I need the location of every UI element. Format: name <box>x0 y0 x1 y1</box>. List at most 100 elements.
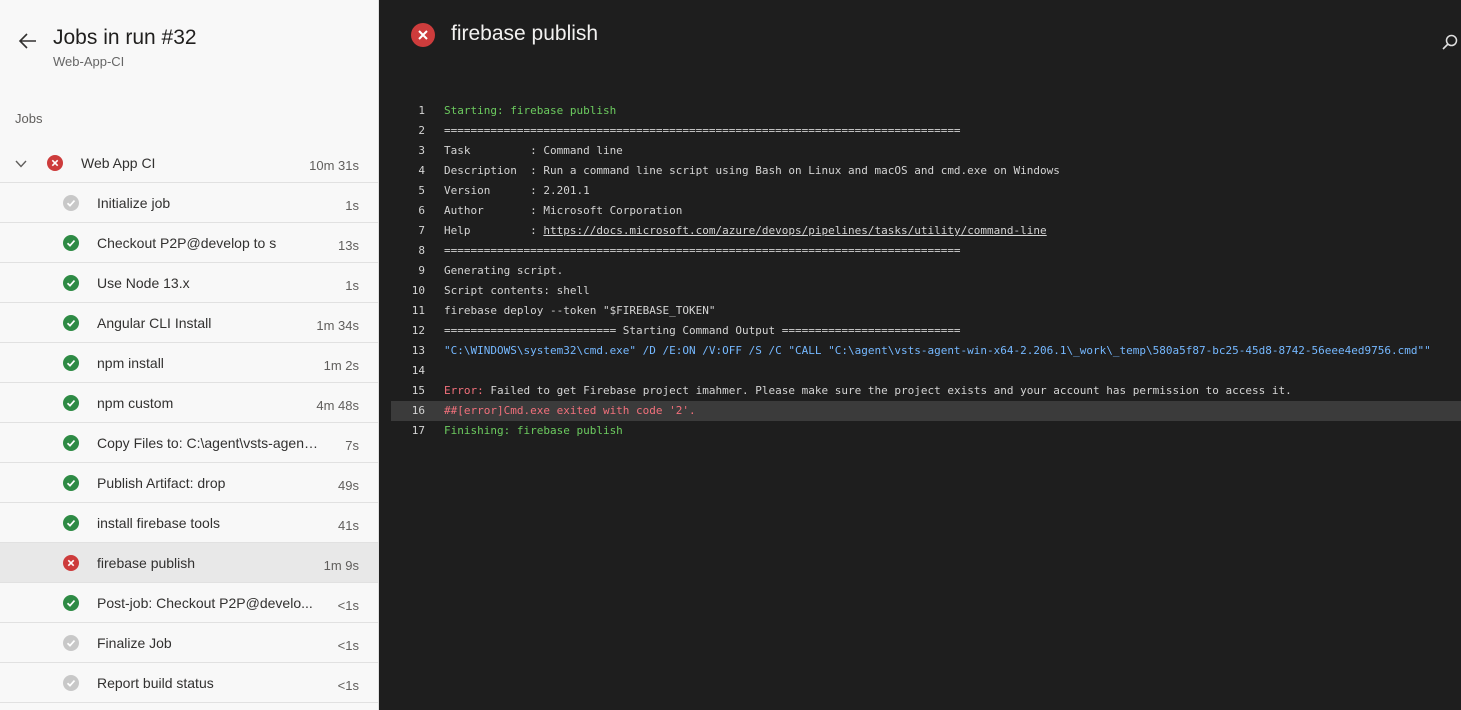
line-content: Script contents: shell <box>444 284 590 297</box>
log-line: 14 <box>391 361 1461 381</box>
failed-status-icon <box>411 23 435 47</box>
step-row[interactable]: firebase publish 1m 9s <box>0 543 378 583</box>
step-row[interactable]: Post-job: Checkout P2P@develo... <1s <box>0 583 378 623</box>
line-text: Script contents: shell <box>444 281 590 301</box>
step-row[interactable]: Copy Files to: C:\agent\vsts-agent... 7s <box>0 423 378 463</box>
success-status-icon <box>63 475 79 491</box>
page-title: Jobs in run #32 <box>53 26 197 49</box>
step-duration: 1m 34s <box>316 318 359 333</box>
line-content: Description : Run a command line script … <box>444 164 1060 177</box>
failed-status-icon <box>47 155 63 171</box>
line-number: 7 <box>418 224 425 237</box>
line-number: 17 <box>411 424 425 437</box>
step-name: install firebase tools <box>97 515 220 531</box>
step-row[interactable]: Use Node 13.x 1s <box>0 263 378 303</box>
success-status-icon <box>63 595 79 611</box>
line-number: 12 <box>411 324 425 337</box>
job-row-web-app-ci[interactable]: Web App CI 10m 31s <box>0 143 378 183</box>
step-row[interactable]: npm install 1m 2s <box>0 343 378 383</box>
line-number: 3 <box>418 144 425 157</box>
chevron-down-icon[interactable] <box>14 157 28 169</box>
line-text: ========================================… <box>444 121 961 141</box>
line-number: 4 <box>418 164 425 177</box>
success-status-icon <box>63 315 79 331</box>
step-name: Finalize Job <box>97 635 172 651</box>
jobs-section-label: Jobs <box>15 111 43 126</box>
line-text: Help : https://docs.microsoft.com/azure/… <box>444 221 1047 241</box>
step-name: npm install <box>97 355 164 371</box>
line-content: Finishing: firebase publish <box>444 424 623 437</box>
step-name: firebase publish <box>97 555 196 571</box>
log-line: 7 Help : https://docs.microsoft.com/azure… <box>391 221 1461 241</box>
step-name: Publish Artifact: drop <box>97 475 226 491</box>
log-line: 16 ##[error]Cmd.exe exited with code '2'. <box>391 401 1461 421</box>
step-name: Checkout P2P@develop to s <box>97 235 277 251</box>
log-line: 10 Script contents: shell <box>391 281 1461 301</box>
line-number: 14 <box>411 364 425 377</box>
line-number: 1 <box>418 104 425 117</box>
log-line: 11 firebase deploy --token "$FIREBASE_TOK… <box>391 301 1461 321</box>
step-duration: <1s <box>337 638 359 653</box>
step-duration: 1s <box>345 278 359 293</box>
log-line: 2 =======================================… <box>391 121 1461 141</box>
line-text: Task : Command line <box>444 141 623 161</box>
line-number: 10 <box>411 284 425 297</box>
step-row[interactable]: install firebase tools 41s <box>0 503 378 543</box>
step-row[interactable]: Report build status <1s <box>0 663 378 703</box>
step-row[interactable]: Finalize Job <1s <box>0 623 378 663</box>
step-duration: 1m 9s <box>323 558 359 573</box>
line-content: Failed to get Firebase project imahmer. … <box>483 384 1292 397</box>
line-content: Starting: firebase publish <box>444 104 617 117</box>
line-text: Starting: firebase publish <box>444 101 616 121</box>
log-line: 8 =======================================… <box>391 241 1461 261</box>
line-number: 11 <box>411 304 425 317</box>
line-text: Finishing: firebase publish <box>444 421 623 441</box>
help-link[interactable]: https://docs.microsoft.com/azure/devops/… <box>543 224 1046 237</box>
line-content: ##[error]Cmd.exe exited with code '2'. <box>444 404 696 417</box>
failed-status-icon <box>63 555 79 571</box>
job-duration: 10m 31s <box>309 158 359 173</box>
step-row[interactable]: npm custom 4m 48s <box>0 383 378 423</box>
line-content: ========================== Starting Comm… <box>444 324 961 337</box>
step-name: Copy Files to: C:\agent\vsts-agent... <box>97 435 319 451</box>
log-line: 5 Version : 2.201.1 <box>391 181 1461 201</box>
line-text: Error: Failed to get Firebase project im… <box>444 381 1292 401</box>
log-line: 17 Finishing: firebase publish <box>391 421 1461 441</box>
step-row[interactable]: Initialize job 1s <box>0 183 378 223</box>
line-text: "C:\WINDOWS\system32\cmd.exe" /D /E:ON /… <box>444 341 1431 361</box>
step-duration: 7s <box>345 438 359 453</box>
step-name: Initialize job <box>97 195 171 211</box>
line-number: 13 <box>411 344 425 357</box>
line-content: ========================================… <box>444 244 961 257</box>
step-row[interactable]: Angular CLI Install 1m 34s <box>0 303 378 343</box>
skipped-status-icon <box>63 675 79 691</box>
line-content: firebase deploy --token "$FIREBASE_TOKEN… <box>444 304 716 317</box>
step-row[interactable]: Publish Artifact: drop 49s <box>0 463 378 503</box>
success-status-icon <box>63 275 79 291</box>
line-content: Version : 2.201.1 <box>444 184 590 197</box>
line-text: ========================================… <box>444 241 961 261</box>
step-duration: <1s <box>337 678 359 693</box>
success-status-icon <box>63 235 79 251</box>
line-text: Generating script. <box>444 261 563 281</box>
step-name: npm custom <box>97 395 174 411</box>
step-duration: 41s <box>338 518 359 533</box>
log-line: 4 Description : Run a command line script… <box>391 161 1461 181</box>
error-prefix: Error: <box>444 384 484 397</box>
line-number: 9 <box>418 264 425 277</box>
step-duration: 13s <box>338 238 359 253</box>
search-icon[interactable] <box>1441 33 1459 51</box>
skipped-status-icon <box>63 635 79 651</box>
step-name: Post-job: Checkout P2P@develo... <box>97 595 313 611</box>
step-row[interactable]: Checkout P2P@develop to s 13s <box>0 223 378 263</box>
line-content: Help : <box>444 224 544 237</box>
line-text: ========================== Starting Comm… <box>444 321 961 341</box>
log-output[interactable]: 1 Starting: firebase publish 2 ============… <box>391 101 1461 441</box>
back-arrow-icon[interactable] <box>17 30 39 52</box>
step-duration: 49s <box>338 478 359 493</box>
log-line: 13 "C:\WINDOWS\system32\cmd.exe" /D /E:ON… <box>391 341 1461 361</box>
line-text: firebase deploy --token "$FIREBASE_TOKEN… <box>444 301 716 321</box>
line-text: Version : 2.201.1 <box>444 181 590 201</box>
log-line: 3 Task : Command line <box>391 141 1461 161</box>
step-name: Report build status <box>97 675 214 691</box>
